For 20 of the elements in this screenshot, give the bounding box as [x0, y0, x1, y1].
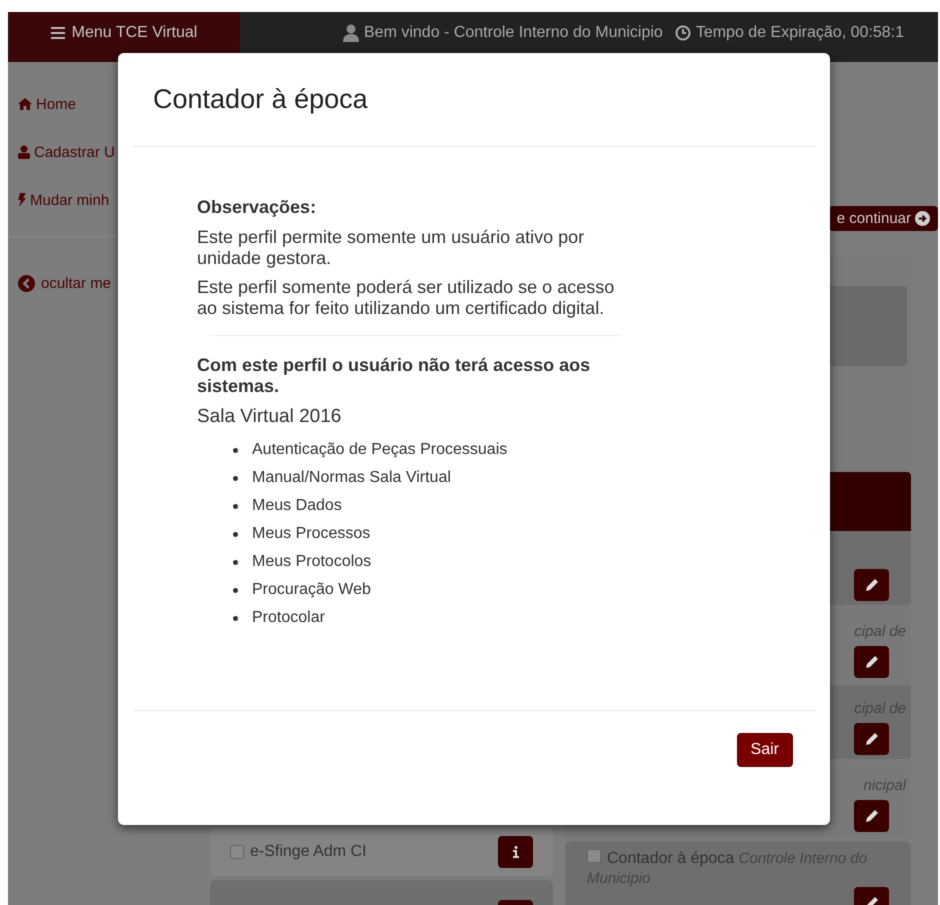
- observation-text: Este perfil somente poderá ser utilizado se o acesso ao sistema for feito utilizando um certificado digital.: [197, 277, 616, 319]
- menu-button[interactable]: Menu TCE Virtual: [8, 12, 240, 62]
- feature-item: Meus Dados: [252, 497, 342, 515]
- feature-item: Meus Protocolos: [252, 553, 372, 571]
- feature-item: Procuração Web: [252, 581, 371, 599]
- feature-item: Autenticação de Peças Processuais: [252, 441, 508, 459]
- profile-label: e-Sfinge Adm CI: [250, 842, 368, 860]
- system-name: Sala Virtual 2016: [197, 406, 342, 428]
- access-heading: Com este perfil o usuário não terá acesso aos sistemas.: [197, 355, 592, 397]
- modal-title: Contador à época: [153, 84, 368, 115]
- expiration-timer: Tempo de Expiração, 00:58:1: [696, 24, 904, 42]
- close-button[interactable]: Sair: [736, 733, 793, 767]
- welcome-text: Bem vindo - Controle Interno do Municipio: [364, 24, 663, 42]
- feature-item: Protocolar: [252, 609, 325, 627]
- continue-button[interactable]: e continuar: [828, 206, 938, 231]
- observations-heading: Observações:: [197, 197, 318, 218]
- feature-item: Meus Processos: [252, 525, 370, 543]
- feature-item: Manual/Normas Sala Virtual: [252, 469, 451, 487]
- sidebar-link[interactable]: Cadastrar U: [18, 140, 208, 164]
- observation-text: Este perfil permite somente um usuário ativo por unidade gestora.: [197, 227, 586, 269]
